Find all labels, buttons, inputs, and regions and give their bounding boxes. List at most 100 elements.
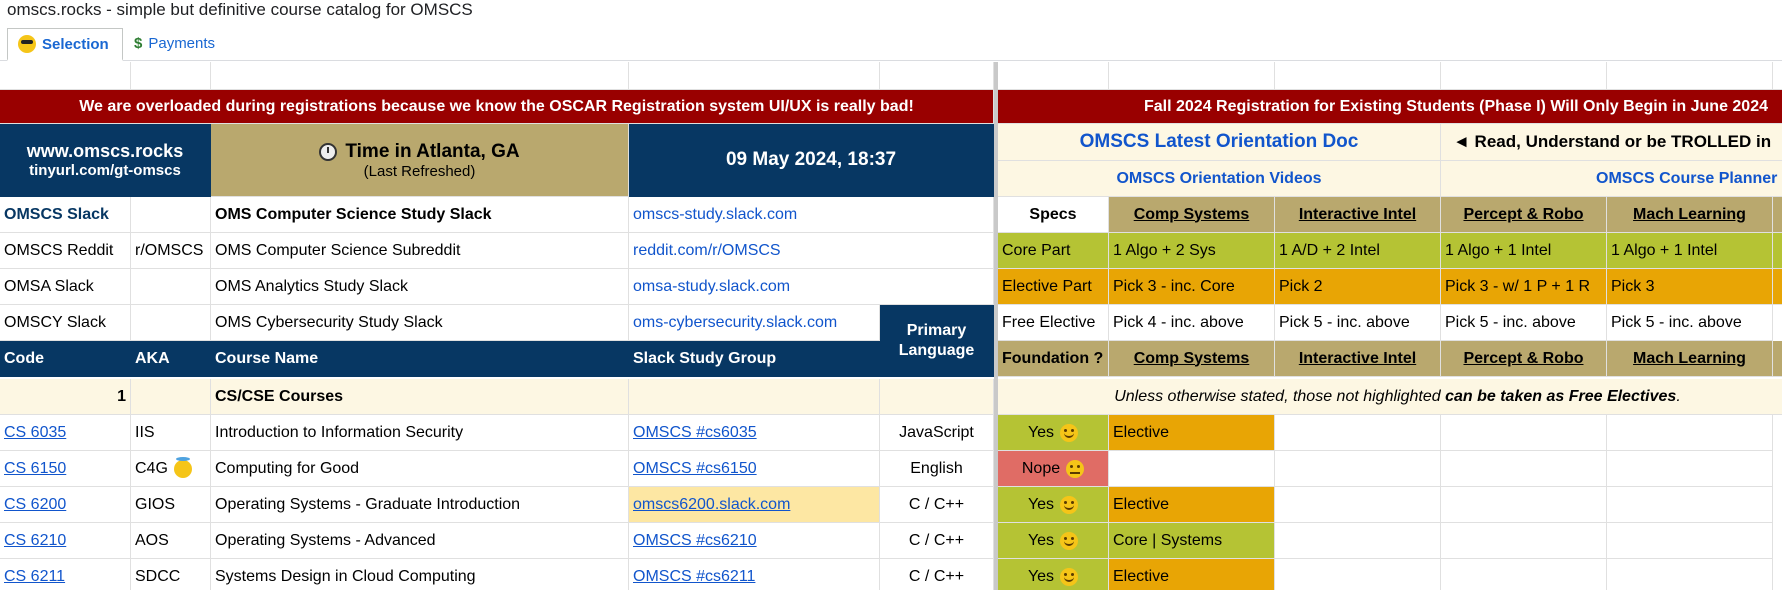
stopwatch-icon [319,142,338,161]
empty-cell[interactable] [1441,451,1607,487]
empty-cell[interactable] [880,62,994,90]
frozen-column-divider[interactable] [994,62,998,590]
empty-cell[interactable] [1441,559,1607,590]
course-name: Operating Systems - Advanced [211,523,629,559]
community-desc: OMS Computer Science Subreddit [211,233,629,269]
core-label: Core Part [998,233,1109,269]
course-slack[interactable]: OMSCS #cs6035 [629,415,880,451]
empty-cell[interactable] [1607,415,1773,451]
free-label: Free Elective [998,305,1109,341]
track-comp-systems[interactable]: Comp Systems [1109,197,1275,233]
empty-cell[interactable] [1607,451,1773,487]
empty-cell[interactable] [1275,415,1441,451]
elective-overflow [1773,269,1782,305]
empty-cell[interactable] [1441,62,1607,90]
track-interactive-intel[interactable]: Interactive Intel [1275,341,1441,377]
specs-header: Specs [998,197,1109,233]
short-url[interactable]: tinyurl.com/gt-omscs [29,162,181,179]
smile-icon [1060,495,1079,514]
community-aka [131,197,211,233]
foundation-label: Yes [1027,495,1055,513]
empty-cell[interactable] [1607,487,1773,523]
comp-systems-cell [1109,451,1275,487]
time-sub: (Last Refreshed) [363,162,476,180]
elective-value: Pick 3 - w/ 1 P + 1 R [1441,269,1607,305]
col-aka: AKA [131,341,211,377]
empty-cell[interactable] [1275,62,1441,90]
note-prefix: Unless otherwise stated, those not highl… [1114,387,1446,405]
community-name: OMSCS Slack [0,197,131,233]
course-slack[interactable]: OMSCS #cs6210 [629,523,880,559]
elective-label: Elective Part [998,269,1109,305]
empty-cell[interactable] [1441,523,1607,559]
empty-cell[interactable] [1441,415,1607,451]
course-aka: GIOS [131,487,211,523]
empty-cell[interactable] [131,62,211,90]
community-name: OMSA Slack [0,269,131,305]
community-link[interactable]: omscs-study.slack.com [629,197,994,233]
community-link[interactable]: oms-cybersecurity.slack.com [629,305,880,341]
empty-cell[interactable] [998,62,1109,90]
track-overflow [1773,197,1782,233]
sunglasses-emoji-icon [18,35,36,53]
foundation-status: Nope [998,451,1109,487]
course-code[interactable]: CS 6211 [0,559,131,590]
smile-icon [1060,423,1079,442]
course-code[interactable]: CS 6210 [0,523,131,559]
track-percept-robo[interactable]: Percept & Robo [1441,341,1607,377]
course-code[interactable]: CS 6150 [0,451,131,487]
comp-systems-cell: Elective [1109,487,1275,523]
track-mach-learning[interactable]: Mach Learning [1607,197,1773,233]
free-value: Pick 5 - inc. above [1441,305,1607,341]
course-code[interactable]: CS 6035 [0,415,131,451]
neutral-face-icon [1066,459,1085,478]
course-aka: AOS [131,523,211,559]
dollar-icon: $ [134,35,143,52]
foundation-label: Nope [1021,459,1061,477]
tab-label: Selection [42,35,109,53]
community-link[interactable]: reddit.com/r/OMSCS [629,233,994,269]
track-interactive-intel[interactable]: Interactive Intel [1275,197,1441,233]
course-slack[interactable]: omscs6200.slack.com [629,487,880,523]
empty-cell[interactable] [0,62,131,90]
empty-cell[interactable] [1441,487,1607,523]
track-comp-systems[interactable]: Comp Systems [1109,341,1275,377]
course-slack[interactable]: OMSCS #cs6150 [629,451,880,487]
empty-cell[interactable] [211,62,629,90]
empty-cell[interactable] [1275,523,1441,559]
empty-cell[interactable] [1607,523,1773,559]
fall-registration-banner: Fall 2024 Registration for Existing Stud… [998,90,1782,124]
community-name: OMSCS Reddit [0,233,131,269]
free-value: Pick 4 - inc. above [1109,305,1275,341]
time-label: Time in Atlanta, GA [345,140,520,162]
orientation-videos-link[interactable]: OMSCS Orientation Videos [998,161,1441,197]
empty-cell[interactable] [1275,559,1441,590]
site-url[interactable]: www.omscs.rocks [27,141,183,162]
core-value: 1 Algo + 2 Sys [1109,233,1275,269]
site-header: www.omscs.rocks tinyurl.com/gt-omscs [0,124,211,197]
course-slack[interactable]: OMSCS #cs6211 [629,559,880,590]
note-suffix: . [1676,387,1681,405]
free-value: Pick 5 - inc. above [1607,305,1773,341]
empty-cell[interactable] [1773,62,1782,90]
course-planner-link[interactable]: OMSCS Course Planner [1441,161,1782,197]
empty-cell[interactable] [629,62,880,90]
tab-selection[interactable]: Selection [7,28,123,61]
course-language: JavaScript [880,415,994,451]
empty-cell[interactable] [1275,451,1441,487]
read-warning: ◄ Read, Understand or be TROLLED in [1441,124,1782,161]
empty-cell[interactable] [1275,487,1441,523]
empty-cell[interactable] [1109,62,1275,90]
empty-cell[interactable] [1607,62,1773,90]
course-aka: IIS [131,415,211,451]
track-mach-learning[interactable]: Mach Learning [1607,341,1773,377]
empty-cell[interactable] [1607,559,1773,590]
tab-payments[interactable]: $ Payments [124,28,234,59]
time-header: Time in Atlanta, GA (Last Refreshed) [211,124,629,197]
course-language: English [880,451,994,487]
foundation-status: Yes [998,487,1109,523]
course-code[interactable]: CS 6200 [0,487,131,523]
track-percept-robo[interactable]: Percept & Robo [1441,197,1607,233]
orientation-doc-link[interactable]: OMSCS Latest Orientation Doc [998,124,1441,161]
community-link[interactable]: omsa-study.slack.com [629,269,994,305]
